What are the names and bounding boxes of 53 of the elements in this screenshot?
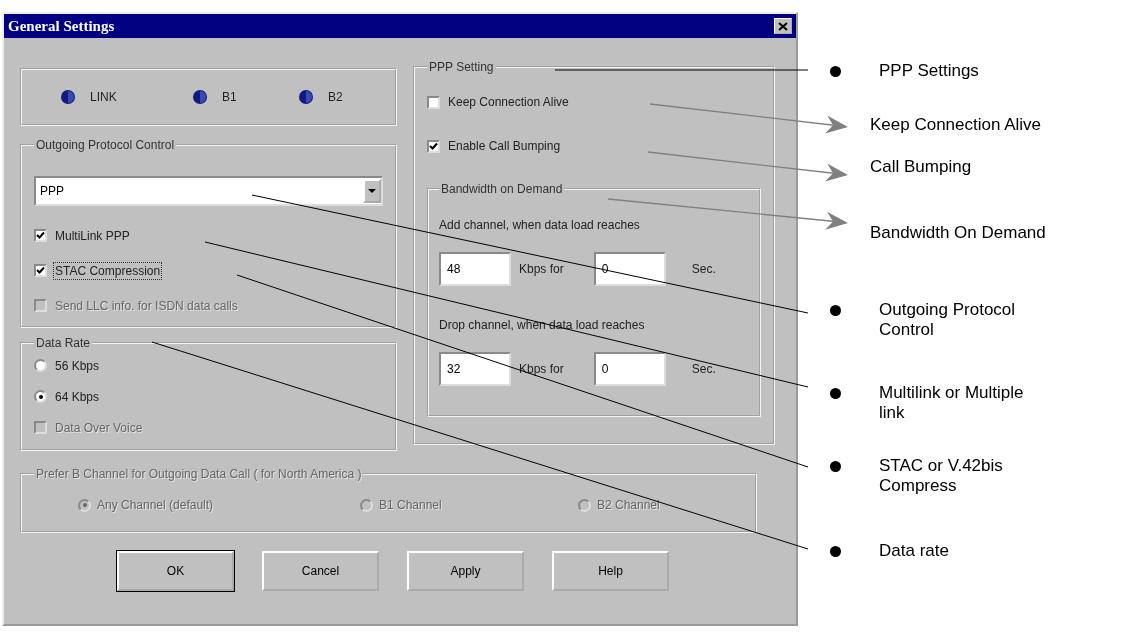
- prompt-text: Add channel, when data load reaches: [439, 218, 641, 232]
- annotation-text: Outgoing Protocol Control: [879, 300, 1017, 341]
- annotation-text: Call Bumping: [869, 157, 972, 178]
- radio-button[interactable]: [34, 390, 47, 403]
- dialog-button[interactable]: Apply: [407, 551, 524, 591]
- checkbox[interactable]: [427, 139, 440, 153]
- radio-label[interactable]: 56 Kbps: [55, 358, 100, 373]
- checkbox-label[interactable]: Enable Call Bumping: [448, 139, 561, 153]
- dialog-button[interactable]: OK: [117, 551, 234, 591]
- group-title: Prefer B Channel for Outgoing Data Call ( for North America ): [35, 467, 363, 481]
- led-icon: [60, 89, 76, 105]
- protocol-dropdown[interactable]: PPP: [34, 176, 383, 206]
- bullet-icon: [830, 305, 841, 316]
- checkbox[interactable]: [427, 95, 440, 109]
- group-title: PPP Setting: [428, 60, 495, 74]
- checkbox[interactable]: [34, 229, 47, 242]
- checkbox-label[interactable]: MultiLink PPP: [55, 228, 130, 243]
- indicator-label: LINK: [90, 90, 117, 104]
- bullet-icon: [830, 461, 841, 472]
- duration-field[interactable]: 0: [593, 352, 666, 386]
- group-title: Data Rate: [35, 336, 92, 350]
- bullet-icon: [830, 66, 841, 77]
- unit-label: Kbps for: [519, 362, 564, 376]
- group-title: Outgoing Protocol Control: [35, 138, 176, 152]
- indicator-label: B2: [328, 90, 343, 104]
- unit-label: Sec.: [691, 362, 716, 376]
- checkbox-label[interactable]: Keep Connection Alive: [448, 95, 569, 109]
- rate-field[interactable]: 32: [439, 352, 511, 386]
- annotation-text: Keep Connection Alive: [869, 115, 1042, 136]
- close-icon: [778, 21, 788, 31]
- bullet-icon: [830, 546, 841, 557]
- rate-field[interactable]: 48: [439, 252, 511, 286]
- window-title: General Settings: [8, 17, 115, 35]
- dropdown-arrow-icon: [368, 189, 376, 193]
- radio-label[interactable]: 64 Kbps: [55, 389, 100, 404]
- checkbox-label[interactable]: STAC Compression: [55, 263, 161, 278]
- indicator-label: B1: [222, 90, 237, 104]
- radio-button[interactable]: [34, 359, 47, 372]
- led-icon: [298, 89, 314, 105]
- close-button[interactable]: [774, 18, 792, 34]
- annotation-text: STAC or V.42bis Compress: [879, 456, 1004, 497]
- checkbox[interactable]: [34, 264, 47, 277]
- dialog-button[interactable]: Cancel: [262, 551, 379, 591]
- unit-label: Sec.: [691, 262, 716, 276]
- annotation-text: Bandwidth On Demand: [869, 223, 1046, 244]
- annotation-text: Data rate: [879, 541, 950, 562]
- annotation-text: PPP Settings: [879, 61, 980, 82]
- dialog-button[interactable]: Help: [552, 551, 669, 591]
- group-title: Bandwidth on Demand: [440, 182, 564, 196]
- led-icon: [192, 89, 208, 105]
- annotation-text: Multilink or Multiple link: [879, 383, 1025, 424]
- bullet-icon: [830, 388, 841, 399]
- unit-label: Kbps for: [519, 262, 564, 276]
